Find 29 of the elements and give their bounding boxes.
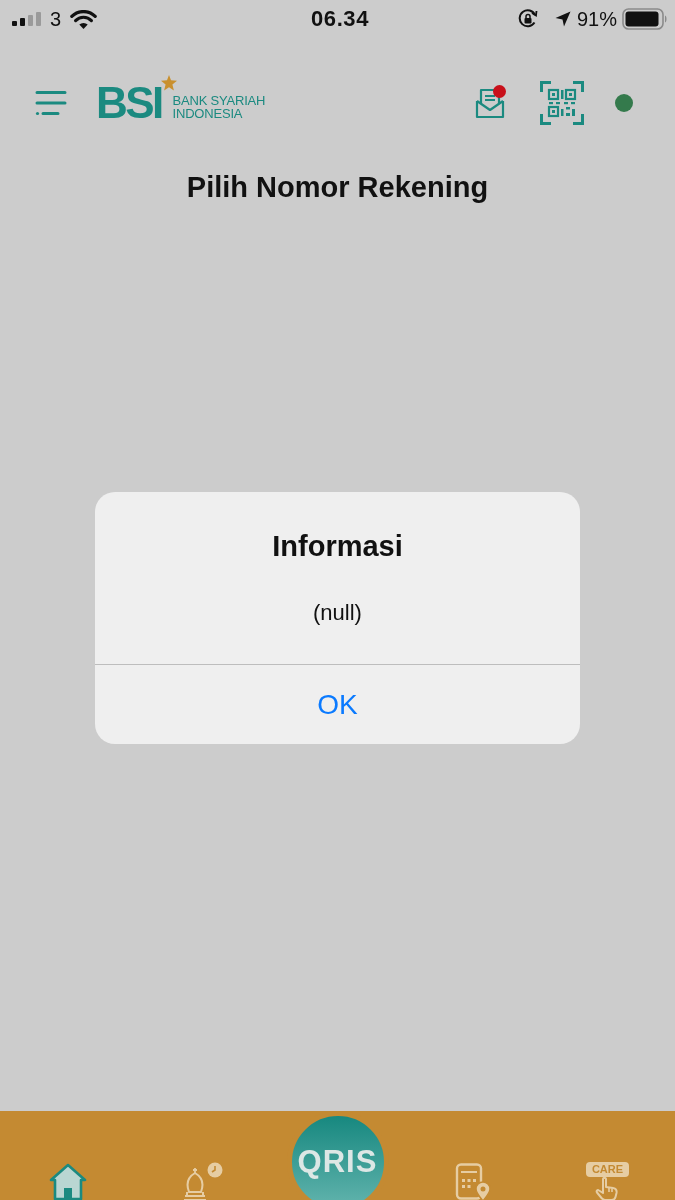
signal-icon <box>12 12 42 26</box>
dialog-title: Informasi <box>271 529 404 563</box>
location-arrow-icon <box>554 11 571 27</box>
qr-scan-button[interactable] <box>540 81 584 125</box>
battery-percent: 91% <box>576 8 617 30</box>
clock-time: 06.34 <box>310 7 370 31</box>
home-tab[interactable] <box>48 1162 87 1200</box>
menu-icon <box>35 90 67 116</box>
carrier-name: 3 <box>50 8 62 30</box>
care-tab[interactable]: CARE <box>585 1162 630 1200</box>
logo-wordmark: BSI <box>96 81 162 125</box>
page-title: Pilih Nomor Rekening <box>185 170 490 204</box>
envelope-letter-icon <box>475 87 505 119</box>
status-dot-icon <box>615 94 633 112</box>
wifi-icon <box>70 9 98 29</box>
house-icon <box>48 1162 87 1200</box>
ok-button[interactable]: OK <box>95 665 580 744</box>
care-label: CARE <box>585 1162 630 1177</box>
atm-locator-tab[interactable] <box>454 1162 491 1200</box>
bank-name: BANK SYARIAH INDONESIA <box>172 93 267 120</box>
qr-code-icon <box>540 81 584 125</box>
prayer-times-tab[interactable] <box>182 1161 223 1200</box>
inbox-button[interactable] <box>475 87 505 119</box>
menu-button[interactable] <box>35 90 67 116</box>
battery-icon <box>622 8 668 30</box>
orientation-lock-icon <box>517 9 538 29</box>
pointing-hand-icon <box>594 1177 621 1200</box>
star-icon <box>160 75 177 91</box>
dialog-message: (null) <box>312 600 363 626</box>
